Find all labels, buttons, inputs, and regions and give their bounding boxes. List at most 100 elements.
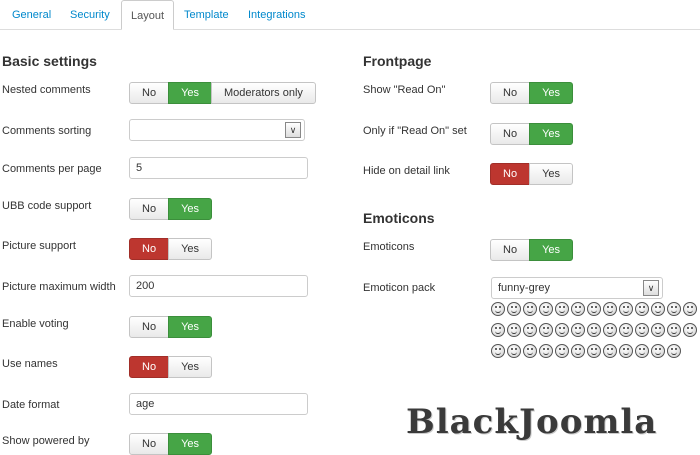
- tab-bar: General Security Layout Template Integra…: [0, 0, 700, 30]
- emoticon-icon: [555, 323, 569, 337]
- emoticon-icon: [651, 344, 665, 358]
- emoticon-icon: [491, 344, 505, 358]
- only-if-read-on-toggle: No Yes: [490, 123, 574, 145]
- emoticon-icon: [635, 323, 649, 337]
- tab-layout[interactable]: Layout: [121, 0, 175, 30]
- nested-comments-toggle: No Yes Moderators only: [129, 82, 316, 104]
- emoticon-icon: [523, 323, 537, 337]
- enable-voting-label: Enable voting: [2, 318, 69, 330]
- emoticon-icon: [603, 344, 617, 358]
- hide-on-detail-no[interactable]: No: [490, 163, 531, 185]
- picture-support-yes[interactable]: Yes: [168, 238, 213, 260]
- show-read-on-no[interactable]: No: [490, 82, 531, 104]
- emoticon-pack-select[interactable]: funny-grey ∨: [491, 277, 663, 299]
- use-names-yes[interactable]: Yes: [168, 356, 213, 378]
- emoticon-icon: [523, 344, 537, 358]
- emoticon-icon: [507, 302, 521, 316]
- emoticon-icon: [651, 323, 665, 337]
- nested-comments-no[interactable]: No: [129, 82, 170, 104]
- emoticon-icon: [619, 344, 633, 358]
- emoticon-icon: [635, 344, 649, 358]
- tab-general[interactable]: General: [3, 0, 60, 28]
- chevron-down-icon: ∨: [285, 122, 301, 138]
- emoticon-pack-value: funny-grey: [498, 282, 550, 294]
- picture-support-no[interactable]: No: [129, 238, 170, 260]
- hide-on-detail-toggle: No Yes: [490, 163, 574, 185]
- picture-max-width-label: Picture maximum width: [2, 281, 116, 293]
- tab-integrations[interactable]: Integrations: [239, 0, 314, 28]
- emoticons-heading: Emoticons: [363, 210, 435, 226]
- emoticon-icon: [539, 323, 553, 337]
- emoticon-icon: [555, 344, 569, 358]
- show-powered-by-label: Show powered by: [2, 435, 90, 447]
- emoticons-yes[interactable]: Yes: [529, 239, 574, 261]
- comments-per-page-label: Comments per page: [2, 163, 102, 175]
- emoticons-no[interactable]: No: [490, 239, 531, 261]
- emoticon-icon: [683, 323, 697, 337]
- emoticon-icon: [491, 302, 505, 316]
- picture-max-width-input[interactable]: 200: [129, 275, 308, 297]
- emoticon-icon: [491, 323, 505, 337]
- hide-on-detail-label: Hide on detail link: [363, 165, 450, 177]
- comments-sorting-label: Comments sorting: [2, 125, 92, 137]
- chevron-down-icon: ∨: [643, 280, 659, 296]
- show-powered-by-no[interactable]: No: [129, 433, 170, 455]
- show-read-on-yes[interactable]: Yes: [529, 82, 574, 104]
- ubb-code-label: UBB code support: [2, 200, 92, 212]
- emoticon-icon: [667, 344, 681, 358]
- emoticon-icon: [587, 302, 601, 316]
- show-read-on-label: Show "Read On": [363, 84, 446, 96]
- enable-voting-toggle: No Yes: [129, 316, 213, 338]
- use-names-no[interactable]: No: [129, 356, 170, 378]
- emoticon-icon: [539, 302, 553, 316]
- tab-template[interactable]: Template: [175, 0, 238, 28]
- ubb-code-no[interactable]: No: [129, 198, 170, 220]
- date-format-label: Date format: [2, 399, 60, 411]
- only-if-read-on-label: Only if "Read On" set: [363, 125, 467, 137]
- emoticon-icon: [683, 302, 697, 316]
- emoticon-icon: [619, 323, 633, 337]
- emoticon-icon: [571, 344, 585, 358]
- emoticon-preview-grid: [491, 302, 700, 365]
- nested-comments-yes[interactable]: Yes: [168, 82, 213, 104]
- ubb-code-toggle: No Yes: [129, 198, 213, 220]
- emoticon-icon: [667, 302, 681, 316]
- emoticon-icon: [539, 344, 553, 358]
- use-names-label: Use names: [2, 358, 58, 370]
- comments-per-page-input[interactable]: 5: [129, 157, 308, 179]
- emoticon-icon: [507, 323, 521, 337]
- blackjoomla-watermark: BlackJoomla: [406, 402, 658, 442]
- emoticons-toggle: No Yes: [490, 239, 574, 261]
- emoticon-icon: [523, 302, 537, 316]
- date-format-input[interactable]: age: [129, 393, 308, 415]
- comments-sorting-select[interactable]: ∨: [129, 119, 305, 141]
- emoticon-icon: [619, 302, 633, 316]
- emoticon-icon: [571, 323, 585, 337]
- enable-voting-yes[interactable]: Yes: [168, 316, 213, 338]
- basic-settings-heading: Basic settings: [2, 53, 97, 69]
- ubb-code-yes[interactable]: Yes: [168, 198, 213, 220]
- emoticon-icon: [571, 302, 585, 316]
- only-if-read-on-yes[interactable]: Yes: [529, 123, 574, 145]
- picture-support-toggle: No Yes: [129, 238, 213, 260]
- enable-voting-no[interactable]: No: [129, 316, 170, 338]
- frontpage-heading: Frontpage: [363, 53, 432, 69]
- emoticon-icon: [635, 302, 649, 316]
- hide-on-detail-yes[interactable]: Yes: [529, 163, 574, 185]
- show-powered-by-yes[interactable]: Yes: [168, 433, 213, 455]
- emoticon-icon: [587, 344, 601, 358]
- emoticons-label: Emoticons: [363, 241, 415, 253]
- only-if-read-on-no[interactable]: No: [490, 123, 531, 145]
- tab-security[interactable]: Security: [61, 0, 119, 28]
- emoticon-icon: [667, 323, 681, 337]
- emoticon-icon: [587, 323, 601, 337]
- emoticon-icon: [603, 323, 617, 337]
- nested-comments-moderators-only[interactable]: Moderators only: [211, 82, 316, 104]
- emoticon-pack-label: Emoticon pack: [363, 282, 436, 294]
- show-powered-by-toggle: No Yes: [129, 433, 213, 455]
- emoticon-icon: [651, 302, 665, 316]
- picture-support-label: Picture support: [2, 240, 76, 252]
- show-read-on-toggle: No Yes: [490, 82, 574, 104]
- use-names-toggle: No Yes: [129, 356, 213, 378]
- nested-comments-label: Nested comments: [2, 84, 91, 96]
